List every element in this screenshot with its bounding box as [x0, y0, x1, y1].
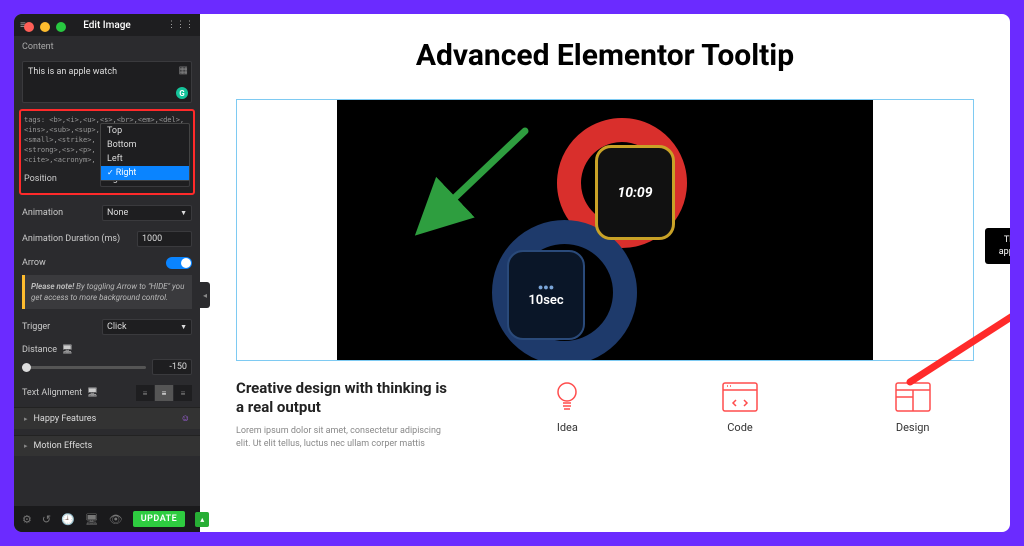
- content-label: Content: [22, 42, 192, 52]
- position-option-left[interactable]: Left: [101, 152, 189, 166]
- position-label: Position: [24, 174, 57, 184]
- content-textarea[interactable]: This is an apple watch ▦ G: [22, 61, 192, 103]
- minimize-window-icon[interactable]: [40, 22, 50, 32]
- tooltip-preview: This is an apple watch: [985, 228, 1010, 264]
- chevron-down-icon: ▼: [180, 209, 187, 217]
- distance-slider[interactable]: [22, 366, 146, 369]
- accordion-happy-features[interactable]: ▸ Happy Features ☺: [14, 407, 200, 429]
- duration-label: Animation Duration (ms): [22, 234, 120, 244]
- watch-face-gold: 10:09: [595, 145, 675, 240]
- code-window-icon: [722, 379, 758, 415]
- grid-icon[interactable]: ⋮⋮⋮: [167, 20, 194, 30]
- chevron-down-icon: ▼: [180, 323, 187, 331]
- settings-icon[interactable]: ⚙: [22, 513, 32, 526]
- arrow-note: Please note! By toggling Arrow to "HIDE"…: [22, 275, 192, 309]
- align-right-button[interactable]: ≡: [174, 385, 192, 401]
- distance-label: Distance 🖥: [22, 345, 73, 355]
- align-left-button[interactable]: ≡: [136, 385, 154, 401]
- content-heading: Creative design with thinking is a real …: [236, 379, 456, 417]
- history-icon[interactable]: ↺: [42, 513, 51, 526]
- animation-label: Animation: [22, 208, 63, 218]
- trigger-select[interactable]: Click ▼: [102, 319, 192, 335]
- position-option-bottom[interactable]: Bottom: [101, 138, 189, 152]
- highlighted-position-area: tags: <b>,<i>,<u>,<s>,<br>,<em>,<del>, <…: [19, 109, 195, 195]
- text-align-group: ≡ ≡ ≡: [136, 385, 192, 401]
- arrow-label: Arrow: [22, 258, 46, 268]
- align-center-button[interactable]: ≡: [155, 385, 173, 401]
- elementor-section[interactable]: 10:09 ●●● 10sec This is an apple watch: [236, 99, 974, 361]
- grammarly-icon[interactable]: G: [176, 87, 188, 99]
- sidebar-title: Edit Image: [83, 20, 131, 31]
- feature-design: Design: [851, 379, 974, 451]
- preview-canvas: Advanced Elementor Tooltip 10:09 ●●● 10s…: [200, 14, 1010, 532]
- animation-select[interactable]: None ▼: [102, 205, 192, 221]
- duration-input[interactable]: 1000: [137, 231, 192, 247]
- hero-image[interactable]: 10:09 ●●● 10sec: [337, 100, 873, 360]
- app-window: ≡ Edit Image ⋮⋮⋮ Content This is an appl…: [14, 14, 1010, 532]
- position-option-top[interactable]: Top: [101, 124, 189, 138]
- sidebar-bottom-bar: ⚙ ↺ 🕘 🖥 👁 UPDATE ▴: [14, 506, 200, 532]
- feature-idea: Idea: [506, 379, 629, 451]
- revisions-icon[interactable]: 🕘: [61, 513, 75, 526]
- content-paragraph: Lorem ipsum dolor sit amet, consectetur …: [236, 425, 456, 451]
- accordion-motion-effects[interactable]: ▸ Motion Effects: [14, 435, 200, 456]
- window-traffic-lights: [24, 22, 66, 32]
- maximize-window-icon[interactable]: [56, 22, 66, 32]
- lightbulb-icon: [549, 379, 585, 415]
- content-row: Creative design with thinking is a real …: [236, 379, 974, 451]
- watch-face-blue: ●●● 10sec: [507, 250, 585, 340]
- textalign-label: Text Alignment 🖥: [22, 388, 98, 398]
- feature-code: Code: [679, 379, 802, 451]
- textarea-tool-icon[interactable]: ▦: [179, 65, 188, 76]
- arrow-toggle[interactable]: [166, 257, 192, 269]
- close-window-icon[interactable]: [24, 22, 34, 32]
- distance-input[interactable]: -150: [152, 359, 192, 375]
- update-button[interactable]: UPDATE: [133, 511, 186, 527]
- position-option-right[interactable]: Right: [101, 166, 189, 180]
- page-title: Advanced Elementor Tooltip: [200, 38, 1010, 73]
- responsive-icon[interactable]: 🖥: [85, 513, 99, 526]
- happy-icon: ☺: [181, 413, 190, 424]
- preview-icon[interactable]: 👁: [109, 513, 123, 526]
- trigger-label: Trigger: [22, 322, 50, 332]
- position-dropdown: Top Bottom Left Right: [100, 123, 190, 181]
- editor-sidebar: ≡ Edit Image ⋮⋮⋮ Content This is an appl…: [14, 14, 200, 532]
- layout-icon: [895, 379, 931, 415]
